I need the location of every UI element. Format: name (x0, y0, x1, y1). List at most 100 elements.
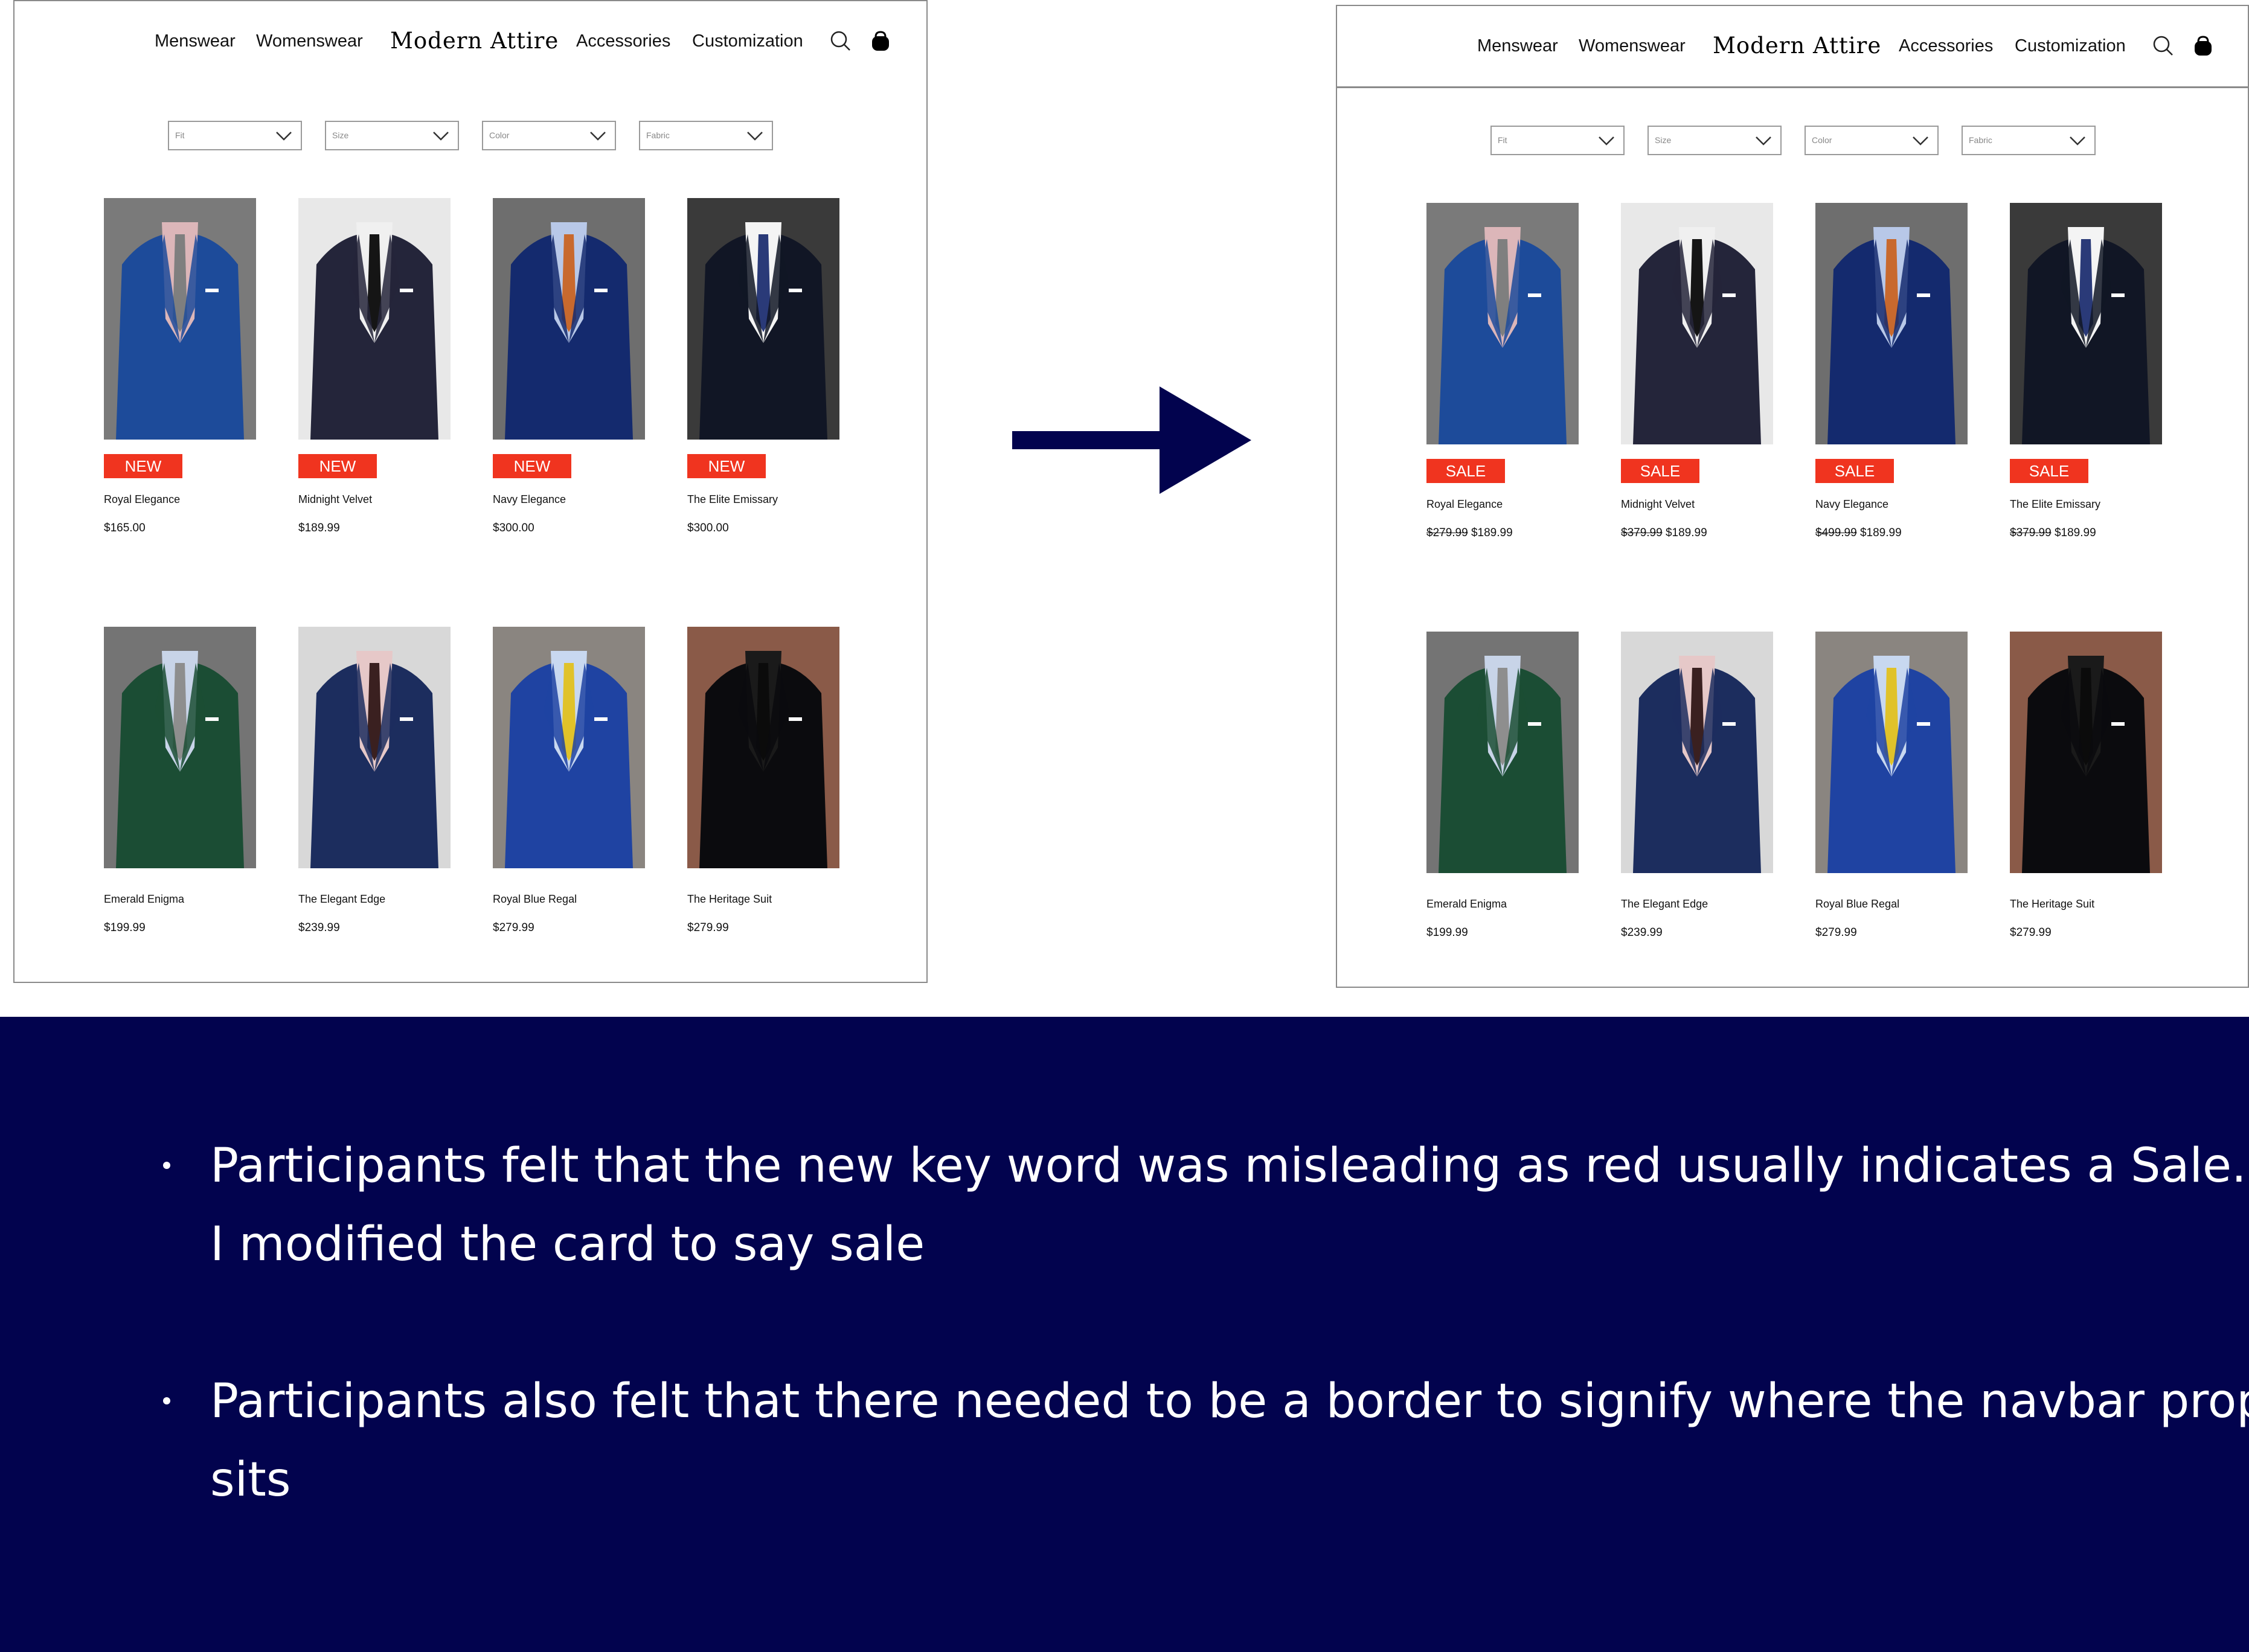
product-card[interactable]: NEW Midnight Velvet $189.99 (298, 198, 451, 534)
product-name: Royal Elegance (1426, 498, 1503, 510)
product-price: $379.99 $189.99 (1621, 527, 1707, 540)
product-card[interactable]: NEW Navy Elegance $300.00 (493, 198, 645, 534)
product-price: $279.99 (2010, 926, 2052, 939)
nav-accessories[interactable]: Accessories (576, 31, 670, 51)
sale-price: $189.99 (1859, 527, 1902, 539)
product-image[interactable] (298, 198, 451, 440)
product-image[interactable] (687, 627, 839, 868)
product-image[interactable] (298, 627, 451, 868)
filter-size[interactable]: Size (1647, 126, 1782, 155)
product-card[interactable]: Emerald Enigma $199.99 (104, 627, 256, 934)
search-icon[interactable] (829, 29, 853, 53)
note-text: I modified the card to say sale (210, 1217, 925, 1272)
product-card[interactable]: The Heritage Suit $279.99 (2010, 632, 2162, 939)
original-price: $279.99 (1426, 527, 1468, 539)
nav-accessories[interactable]: Accessories (1899, 36, 1993, 56)
product-card[interactable]: SALE Royal Elegance $279.99 $189.99 (1426, 203, 1579, 539)
product-name: The Elite Emissary (2010, 498, 2101, 510)
nav-customization[interactable]: Customization (692, 31, 803, 51)
brand-logo[interactable]: Modern Attire (1713, 33, 1881, 59)
chevron-down-icon (590, 132, 606, 141)
product-card[interactable]: SALE Navy Elegance $499.99 $189.99 (1815, 203, 1968, 539)
product-price: $300.00 (687, 522, 729, 534)
product-name: Emerald Enigma (1426, 898, 1507, 910)
product-price: $379.99 $189.99 (2010, 527, 2096, 540)
product-price: $199.99 (1426, 926, 1468, 939)
sale-badge: SALE (1815, 459, 1894, 483)
chevron-down-icon (1913, 136, 1928, 146)
navbar: Menswear Womenswear Modern Attire Access… (14, 1, 926, 83)
search-icon[interactable] (2151, 34, 2175, 58)
bullet-dot (163, 1162, 170, 1169)
product-card[interactable]: NEW The Elite Emissary $300.00 (687, 198, 839, 534)
original-price: $379.99 (2010, 527, 2052, 539)
brand-logo[interactable]: Modern Attire (390, 28, 559, 54)
product-name: Emerald Enigma (104, 893, 185, 905)
product-image[interactable] (687, 198, 839, 440)
chevron-down-icon (1756, 136, 1771, 146)
product-name: The Heritage Suit (2010, 898, 2095, 910)
original-price: $499.99 (1815, 527, 1857, 539)
product-image[interactable] (2010, 203, 2162, 444)
nav-womenswear[interactable]: Womenswear (1579, 36, 1686, 56)
product-name: The Heritage Suit (687, 893, 772, 905)
product-image[interactable] (493, 627, 645, 868)
nav-menswear[interactable]: Menswear (155, 31, 236, 51)
product-card[interactable]: The Elegant Edge $239.99 (1621, 632, 1773, 939)
product-price: $279.99 (1815, 926, 1857, 939)
chevron-down-icon (276, 132, 292, 141)
bag-icon[interactable] (2191, 34, 2215, 58)
filter-fabric[interactable]: Fabric (639, 121, 773, 150)
product-card[interactable]: Royal Blue Regal $279.99 (493, 627, 645, 934)
product-card[interactable]: The Heritage Suit $279.99 (687, 627, 839, 934)
note-text: Participants also felt that there needed… (210, 1374, 2249, 1429)
product-card[interactable]: SALE Midnight Velvet $379.99 $189.99 (1621, 203, 1773, 539)
product-card[interactable]: Royal Blue Regal $279.99 (1815, 632, 1968, 939)
product-name: Royal Blue Regal (1815, 898, 1900, 910)
product-image[interactable] (1621, 632, 1773, 873)
product-card[interactable]: SALE The Elite Emissary $379.99 $189.99 (2010, 203, 2162, 539)
right-arrow-icon (1012, 386, 1251, 494)
filter-color[interactable]: Color (482, 121, 616, 150)
product-price: $199.99 (104, 921, 146, 934)
product-price: $165.00 (104, 522, 146, 534)
nav-menswear[interactable]: Menswear (1477, 36, 1558, 56)
chevron-down-icon (1599, 136, 1614, 146)
notes-panel: Participants felt that the new key word … (0, 1017, 2249, 1652)
product-image[interactable] (1815, 203, 1968, 444)
filter-size[interactable]: Size (325, 121, 459, 150)
note-text: sits (210, 1453, 291, 1507)
nav-customization[interactable]: Customization (2015, 36, 2126, 56)
product-card[interactable]: Emerald Enigma $199.99 (1426, 632, 1579, 939)
sale-badge: SALE (2010, 459, 2088, 483)
product-image[interactable] (2010, 632, 2162, 873)
filter-fit[interactable]: Fit (1490, 126, 1625, 155)
product-image[interactable] (493, 198, 645, 440)
chevron-down-icon (2070, 136, 2085, 146)
original-price: $379.99 (1621, 527, 1663, 539)
product-name: Navy Elegance (493, 493, 566, 505)
filter-fit[interactable]: Fit (168, 121, 302, 150)
product-image[interactable] (104, 198, 256, 440)
note-text: Participants felt that the new key word … (210, 1139, 2247, 1193)
product-name: The Elite Emissary (687, 493, 778, 505)
chevron-down-icon (433, 132, 449, 141)
product-price: $239.99 (1621, 926, 1663, 939)
product-price: $279.99 (493, 921, 534, 934)
product-image[interactable] (1426, 203, 1579, 444)
product-image[interactable] (1621, 203, 1773, 444)
sale-price: $189.99 (1665, 527, 1707, 539)
product-image[interactable] (1426, 632, 1579, 873)
product-name: The Elegant Edge (298, 893, 386, 905)
product-image[interactable] (1815, 632, 1968, 873)
product-price: $279.99 $189.99 (1426, 527, 1513, 540)
product-name: Midnight Velvet (1621, 498, 1695, 510)
filter-fabric[interactable]: Fabric (1962, 126, 2096, 155)
product-card[interactable]: NEW Royal Elegance $165.00 (104, 198, 256, 534)
bag-icon[interactable] (868, 29, 893, 53)
product-image[interactable] (104, 627, 256, 868)
product-price: $279.99 (687, 921, 729, 934)
product-card[interactable]: The Elegant Edge $239.99 (298, 627, 451, 934)
nav-womenswear[interactable]: Womenswear (256, 31, 363, 51)
filter-color[interactable]: Color (1805, 126, 1939, 155)
